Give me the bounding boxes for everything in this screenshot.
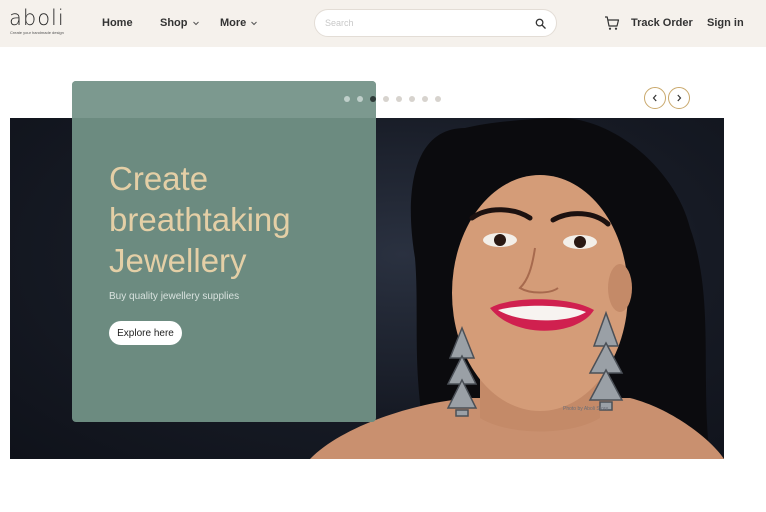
carousel-dot[interactable] [409,96,415,102]
cart-icon[interactable] [604,15,620,31]
carousel-dot[interactable] [396,96,402,102]
explore-button[interactable]: Explore here [109,321,182,345]
chevron-down-icon [192,21,199,26]
carousel-dot-active[interactable] [370,96,376,102]
chevron-right-icon [677,94,682,102]
carousel-dot[interactable] [357,96,363,102]
carousel-next-button[interactable] [668,87,690,109]
chevron-down-icon [251,21,258,26]
brand-name: aboli [9,6,65,30]
hero-subtitle: Buy quality jewellery supplies [109,291,240,302]
brand-tagline: Create your handmade design [10,30,64,35]
track-order-link[interactable]: Track Order [631,16,693,30]
carousel-prev-button[interactable] [644,87,666,109]
chevron-left-icon [652,94,657,102]
nav-shop[interactable]: Shop [160,16,200,30]
hero-card: Create breathtaking Jewellery Buy qualit… [72,81,376,422]
carousel-dot[interactable] [383,96,389,102]
hero-card-header [72,81,376,118]
search-bar [314,9,557,37]
nav-more-label: More [220,17,247,29]
search-input[interactable] [325,15,525,31]
carousel-dot[interactable] [422,96,428,102]
carousel-dot[interactable] [435,96,441,102]
carousel-dots [344,96,441,104]
photo-credit: Photo by Aboli Store [563,406,609,412]
nav-home[interactable]: Home [102,16,133,30]
nav-more[interactable]: More [220,16,258,30]
sign-in-link[interactable]: Sign in [707,16,744,30]
search-icon[interactable] [535,18,546,29]
site-header: aboli Create your handmade design Home S… [0,0,766,47]
carousel-dot[interactable] [344,96,350,102]
nav-home-label: Home [102,17,133,29]
hero-title: Create breathtaking Jewellery [109,160,291,279]
nav-shop-label: Shop [160,17,188,29]
brand-logo[interactable]: aboli Create your handmade design [9,6,73,38]
